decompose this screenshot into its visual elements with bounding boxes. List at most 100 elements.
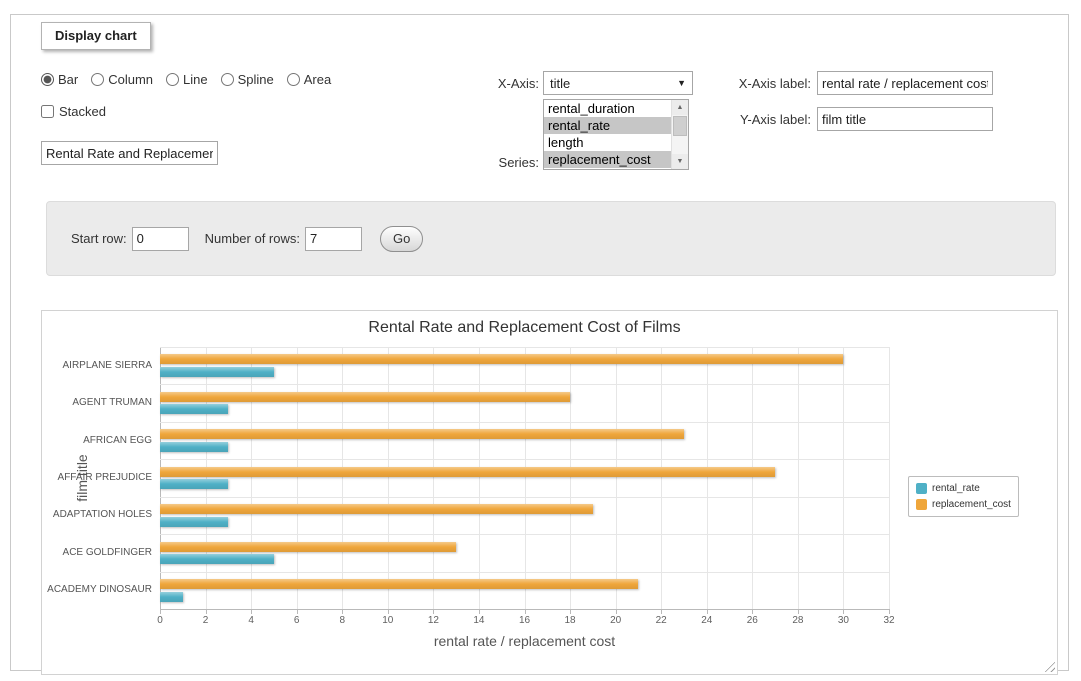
scroll-up-icon[interactable]: ▲ — [672, 100, 688, 115]
series-option-rental_rate[interactable]: rental_rate — [544, 117, 671, 134]
x-tick-label: 0 — [145, 615, 175, 626]
bar-rental_rate[interactable] — [160, 404, 228, 414]
x-axis-label-input[interactable] — [817, 71, 993, 95]
chart-title-input[interactable] — [41, 141, 218, 165]
chart-type-radio-bar[interactable] — [41, 73, 54, 86]
x-tick-label: 20 — [601, 615, 631, 626]
bar-rental_rate[interactable] — [160, 592, 183, 602]
gridline — [616, 347, 617, 609]
x-tick-label: 2 — [191, 615, 221, 626]
chart-type-option-line[interactable]: Line — [166, 72, 208, 87]
scroll-down-icon[interactable]: ▼ — [672, 154, 688, 169]
category-label: AFFAIR PREJUDICE — [42, 472, 152, 483]
gridline — [388, 347, 389, 609]
gridline — [160, 572, 889, 573]
chart-type-radio-line[interactable] — [166, 73, 179, 86]
gridline — [297, 347, 298, 609]
chart-type-option-spline[interactable]: Spline — [221, 72, 274, 87]
go-button[interactable]: Go — [380, 226, 423, 252]
y-axis-label-caption: Y-Axis label: — [708, 112, 811, 127]
chart-legend: rental_rate replacement_cost — [908, 476, 1019, 517]
x-tick-label: 8 — [327, 615, 357, 626]
gridline — [160, 497, 889, 498]
x-tick-label: 24 — [692, 615, 722, 626]
bar-replacement_cost[interactable] — [160, 504, 593, 514]
x-tick-label: 32 — [874, 615, 904, 626]
x-tick-label: 18 — [555, 615, 585, 626]
chart-type-option-column[interactable]: Column — [91, 72, 153, 87]
gridline — [889, 347, 890, 609]
stacked-label: Stacked — [59, 104, 106, 119]
chart-title: Rental Rate and Replacement Cost of Film… — [160, 319, 889, 337]
series-option-length[interactable]: length — [544, 134, 671, 151]
bar-rental_rate[interactable] — [160, 554, 274, 564]
bar-replacement_cost[interactable] — [160, 467, 775, 477]
x-tick-label: 14 — [464, 615, 494, 626]
gridline — [251, 347, 252, 609]
legend-item-replacement_cost[interactable]: replacement_cost — [916, 499, 1011, 510]
bar-replacement_cost[interactable] — [160, 354, 843, 364]
number-of-rows-caption: Number of rows: — [205, 231, 300, 246]
x-tick-label: 6 — [282, 615, 312, 626]
chart-type-label: Spline — [238, 72, 274, 87]
gridline — [707, 347, 708, 609]
legend-swatch-icon — [916, 499, 927, 510]
chart: Rental Rate and Replacement Cost of Film… — [41, 310, 1058, 675]
number-of-rows-input[interactable] — [305, 227, 362, 251]
x-axis-label-caption: X-Axis label: — [708, 76, 811, 91]
legend-label: replacement_cost — [932, 499, 1011, 510]
x-axis-selected-value: title — [550, 76, 570, 91]
stacked-option[interactable]: Stacked — [41, 104, 106, 119]
scroll-thumb[interactable] — [673, 116, 687, 136]
page: Display chart BarColumnLineSplineArea St… — [0, 0, 1081, 681]
series-options: rental_durationrental_ratelengthreplacem… — [544, 100, 671, 169]
bar-rental_rate[interactable] — [160, 367, 274, 377]
start-row-input[interactable] — [132, 227, 189, 251]
category-label: ADAPTATION HOLES — [42, 509, 152, 520]
chart-type-label: Area — [304, 72, 331, 87]
display-chart-panel: Display chart BarColumnLineSplineArea St… — [10, 14, 1069, 671]
stacked-checkbox[interactable] — [41, 105, 54, 118]
gridline — [479, 347, 480, 609]
series-scrollbar[interactable]: ▲ ▼ — [671, 100, 688, 169]
chart-type-label: Bar — [58, 72, 78, 87]
chart-type-option-bar[interactable]: Bar — [41, 72, 78, 87]
chart-type-option-area[interactable]: Area — [287, 72, 331, 87]
value-axis-line — [160, 347, 161, 609]
x-axis-select[interactable]: title ▼ — [543, 71, 693, 95]
gridline — [160, 422, 889, 423]
gridline — [752, 347, 753, 609]
bar-replacement_cost[interactable] — [160, 429, 684, 439]
bar-rental_rate[interactable] — [160, 517, 228, 527]
bar-replacement_cost[interactable] — [160, 542, 456, 552]
x-axis-caption: X-Axis: — [441, 76, 539, 91]
rows-panel: Start row: Number of rows: Go — [46, 201, 1056, 276]
y-axis-label-input[interactable] — [817, 107, 993, 131]
gridline — [798, 347, 799, 609]
category-label: ACE GOLDFINGER — [42, 547, 152, 558]
resize-handle-icon[interactable] — [1042, 659, 1055, 672]
chart-type-radio-spline[interactable] — [221, 73, 234, 86]
chart-type-label: Column — [108, 72, 153, 87]
gridline — [433, 347, 434, 609]
x-axis-line — [160, 609, 889, 610]
gridline — [160, 459, 889, 460]
bar-rental_rate[interactable] — [160, 442, 228, 452]
bar-replacement_cost[interactable] — [160, 392, 570, 402]
series-option-replacement_cost[interactable]: replacement_cost — [544, 151, 671, 168]
gridline — [661, 347, 662, 609]
bar-replacement_cost[interactable] — [160, 579, 638, 589]
gridline — [342, 347, 343, 609]
legend-item-rental_rate[interactable]: rental_rate — [916, 483, 1011, 494]
chart-type-radio-area[interactable] — [287, 73, 300, 86]
chart-type-radio-column[interactable] — [91, 73, 104, 86]
series-listbox[interactable]: rental_durationrental_ratelengthreplacem… — [543, 99, 689, 170]
legend-swatch-icon — [916, 483, 927, 494]
bar-rental_rate[interactable] — [160, 479, 228, 489]
gridline — [206, 347, 207, 609]
chevron-down-icon: ▼ — [677, 78, 686, 88]
x-axis-title: rental rate / replacement cost — [160, 633, 889, 649]
x-tick-label: 26 — [737, 615, 767, 626]
series-option-rental_duration[interactable]: rental_duration — [544, 100, 671, 117]
category-label: ACADEMY DINOSAUR — [42, 584, 152, 595]
